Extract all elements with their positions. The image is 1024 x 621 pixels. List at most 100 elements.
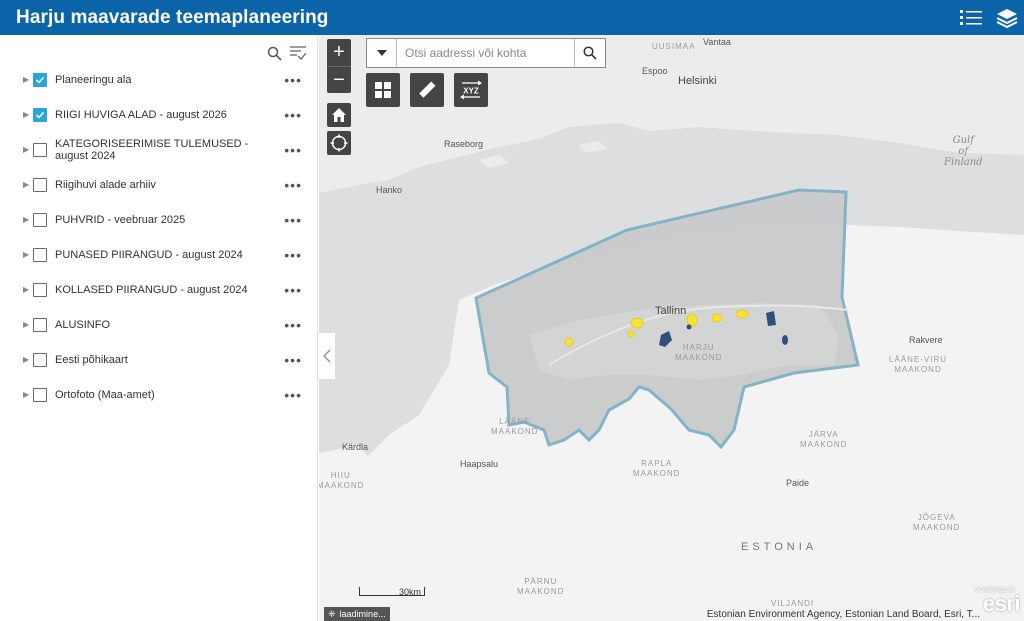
header-icons xyxy=(958,0,1020,35)
locate-button[interactable] xyxy=(327,131,351,155)
app-title: Harju maavarade teemaplaneering xyxy=(16,6,329,28)
layer-checkbox[interactable] xyxy=(33,317,47,332)
legend-list-icon[interactable] xyxy=(958,5,984,31)
layer-checkbox[interactable] xyxy=(33,212,47,227)
map-label-uusimaa: UUSIMAA xyxy=(652,42,696,51)
layer-options-button[interactable]: ••• xyxy=(284,107,302,123)
layer-options-button[interactable]: ••• xyxy=(284,177,302,193)
map-label-hiiu: HIIU MAAKOND xyxy=(319,471,365,490)
layer-checkbox[interactable] xyxy=(33,142,47,157)
search-icon xyxy=(583,46,597,60)
map-label-gulf-of-finland: Gulf of Finland xyxy=(944,135,983,168)
expand-caret-icon[interactable]: ▶ xyxy=(23,75,33,84)
layer-label: Planeeringu ala xyxy=(55,73,132,86)
map-view[interactable]: UUSIMAA Vantaa Espoo Helsinki Raseborg H… xyxy=(319,35,1024,621)
layers-icon[interactable] xyxy=(994,5,1020,31)
layer-row: ▶ Eesti põhikaart ••• xyxy=(0,342,318,377)
search-icon[interactable] xyxy=(265,44,283,62)
layer-checkbox[interactable] xyxy=(33,177,47,192)
zoom-out-button[interactable]: − xyxy=(327,66,351,93)
loading-text: laadimine... xyxy=(339,609,386,619)
layer-row: ▶ Riigihuvi alade arhiiv ••• xyxy=(0,167,318,202)
map-label-jogeva: JÕGEVA MAAKOND xyxy=(913,513,961,532)
search-button[interactable] xyxy=(574,39,605,67)
map-label-kardla: Kärdla xyxy=(342,442,369,452)
layer-options-button[interactable]: ••• xyxy=(284,317,302,333)
map-label-jarva: JÄRVA MAAKOND xyxy=(800,430,848,449)
layer-row: ▶ RIIGI HUVIGA ALAD - august 2026 ••• xyxy=(0,97,318,132)
layer-options-button[interactable]: ••• xyxy=(284,387,302,403)
scale-label: 30km xyxy=(399,587,422,597)
map-label-viljandi: VILJANDI xyxy=(771,599,815,608)
layer-label: RIIGI HUVIGA ALAD - august 2026 xyxy=(55,108,227,121)
layer-label: Ortofoto (Maa-amet) xyxy=(55,388,155,401)
map-label-rapla: RAPLA MAAKOND xyxy=(633,459,681,478)
grid-icon: ⁜ xyxy=(328,608,336,619)
layer-row: ▶ Ortofoto (Maa-amet) ••• xyxy=(0,377,318,412)
layer-label: Eesti põhikaart xyxy=(55,353,128,366)
collapse-panel-button[interactable] xyxy=(318,332,336,380)
search-widget xyxy=(366,38,606,68)
layer-label: PUNASED PIIRANGUD - august 2024 xyxy=(55,248,243,261)
layer-checkbox[interactable] xyxy=(33,72,47,87)
layer-list: ▶ Planeeringu ala ••• ▶ RIIGI HUVIGA ALA… xyxy=(0,62,318,412)
layer-row: ▶ KATEGORISEERIMISE TULEMUSED - august 2… xyxy=(0,132,318,167)
layer-options-button[interactable]: ••• xyxy=(284,142,302,158)
layer-checkbox[interactable] xyxy=(33,387,47,402)
layer-options-button[interactable]: ••• xyxy=(284,282,302,298)
map-label-laane-viru: LÄÄNE-VIRU MAAKOND xyxy=(889,355,948,374)
filter-icon[interactable] xyxy=(289,44,307,62)
map-label-helsinki: Helsinki xyxy=(678,75,717,87)
map-label-harju: HARJU MAAKOND xyxy=(675,343,723,362)
zoom-in-button[interactable]: + xyxy=(327,39,351,66)
layer-list-panel: ▶ Planeeringu ala ••• ▶ RIIGI HUVIGA ALA… xyxy=(0,35,318,621)
expand-caret-icon[interactable]: ▶ xyxy=(23,180,33,189)
locate-icon xyxy=(330,134,348,152)
home-icon xyxy=(332,108,346,122)
esri-logo[interactable]: esri xyxy=(983,591,1021,617)
home-button[interactable] xyxy=(327,103,351,127)
layer-label: KOLLASED PIIRANGUD - august 2024 xyxy=(55,283,248,296)
loading-status: ⁜ laadimine... xyxy=(324,607,390,621)
search-input[interactable] xyxy=(397,39,574,67)
layer-checkbox[interactable] xyxy=(33,107,47,122)
layer-checkbox[interactable] xyxy=(33,247,47,262)
expand-caret-icon[interactable]: ▶ xyxy=(23,110,33,119)
map-label-estonia: ESTONIA xyxy=(741,541,818,553)
map-label-hanko: Hanko xyxy=(376,185,403,195)
layer-row: ▶ Planeeringu ala ••• xyxy=(0,62,318,97)
zoom-control: + − xyxy=(327,39,351,93)
expand-caret-icon[interactable]: ▶ xyxy=(23,355,33,364)
map-label-parnu: PÄRNU MAAKOND xyxy=(517,577,565,596)
expand-caret-icon[interactable]: ▶ xyxy=(23,215,33,224)
expand-caret-icon[interactable]: ▶ xyxy=(23,285,33,294)
layer-options-button[interactable]: ••• xyxy=(284,352,302,368)
layer-options-button[interactable]: ••• xyxy=(284,247,302,263)
map-label-paide: Paide xyxy=(786,478,810,488)
map-label-espoo: Espoo xyxy=(642,66,668,76)
layer-options-button[interactable]: ••• xyxy=(284,72,302,88)
coordinate-icon: XYZ xyxy=(460,80,482,100)
measure-button[interactable] xyxy=(410,73,444,107)
layer-checkbox[interactable] xyxy=(33,352,47,367)
expand-caret-icon[interactable]: ▶ xyxy=(23,390,33,399)
layer-label: KATEGORISEERIMISE TULEMUSED - august 202… xyxy=(55,137,249,162)
map-label-laane: LÄÄNE MAAKOND xyxy=(491,417,539,436)
basemap-gallery-button[interactable] xyxy=(366,73,400,107)
map-attribution[interactable]: Estonian Environment Agency, Estonian La… xyxy=(707,609,980,620)
expand-caret-icon[interactable]: ▶ xyxy=(23,145,33,154)
app-header: Harju maavarade teemaplaneering xyxy=(0,0,1024,35)
expand-caret-icon[interactable]: ▶ xyxy=(23,320,33,329)
layer-label: PUHVRID - veebruar 2025 xyxy=(55,213,186,226)
basemap-gallery-icon xyxy=(375,82,391,98)
search-source-dropdown[interactable] xyxy=(367,39,397,67)
coordinate-label: XYZ xyxy=(463,87,479,96)
coordinate-button[interactable]: XYZ xyxy=(454,73,488,107)
layer-options-button[interactable]: ••• xyxy=(284,212,302,228)
expand-caret-icon[interactable]: ▶ xyxy=(23,250,33,259)
layer-row: ▶ ALUSINFO ••• xyxy=(0,307,318,342)
layer-row: ▶ PUNASED PIIRANGUD - august 2024 ••• xyxy=(0,237,318,272)
map-label-tallinn: Tallinn xyxy=(655,305,687,317)
layer-row: ▶ KOLLASED PIIRANGUD - august 2024 ••• xyxy=(0,272,318,307)
layer-checkbox[interactable] xyxy=(33,282,47,297)
